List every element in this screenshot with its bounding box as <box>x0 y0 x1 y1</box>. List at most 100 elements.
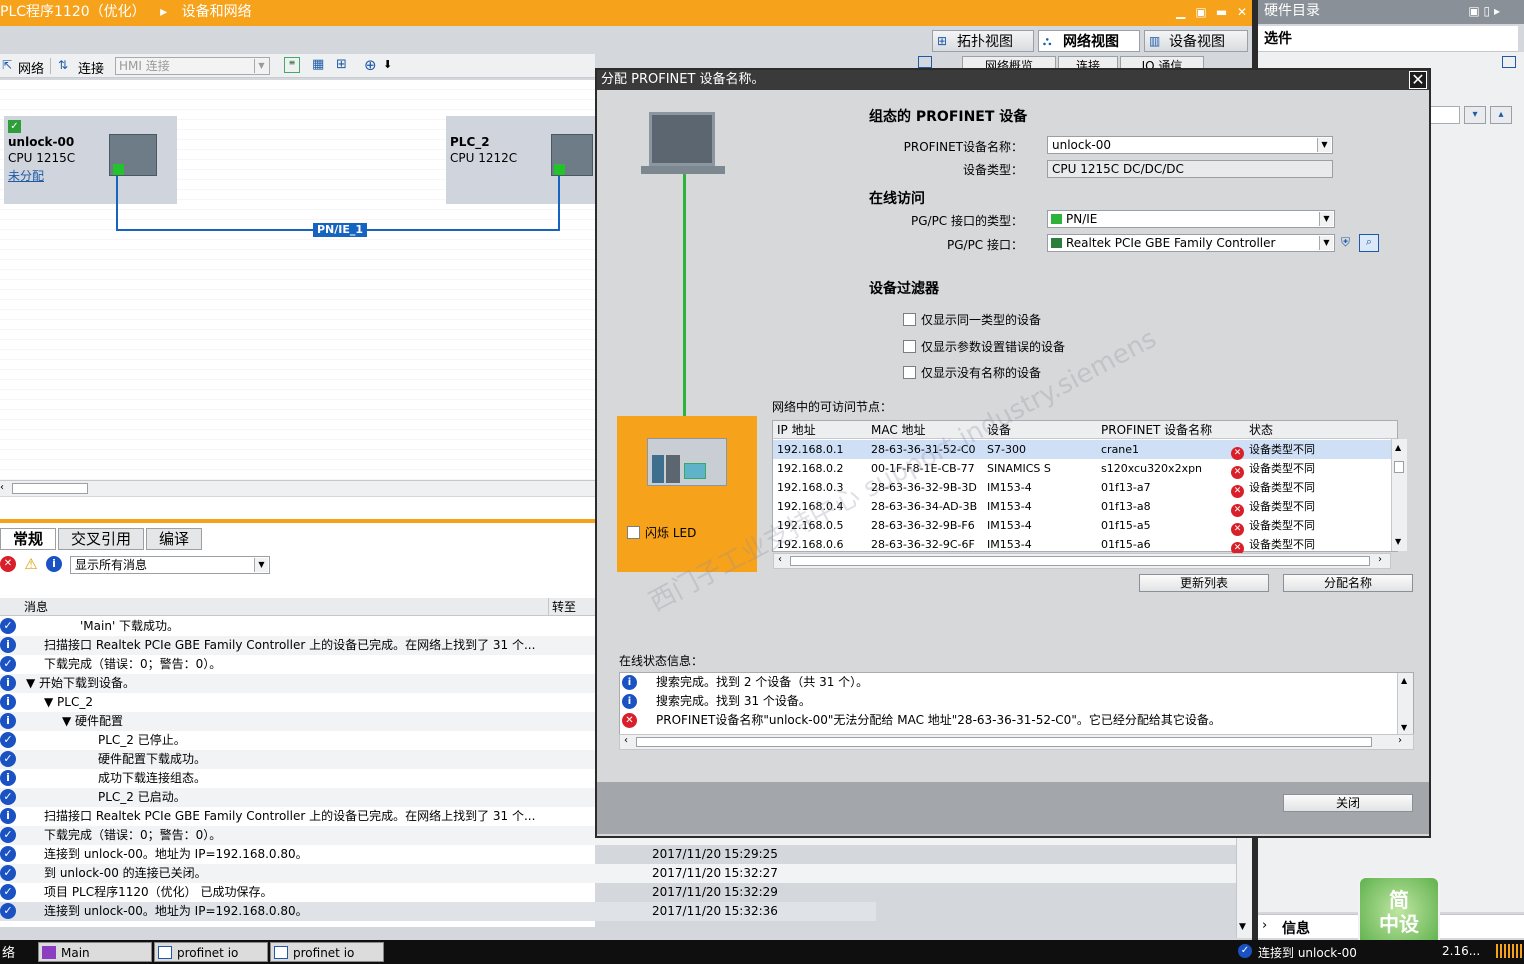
node-row[interactable]: 192.168.0.6 28-63-36-32-9C-6F IM153-4 01f15… <box>773 535 1391 555</box>
connections-icon[interactable]: ⇅ <box>58 58 68 72</box>
unassigned-link[interactable]: 未分配 <box>8 168 44 185</box>
chevron-down-icon[interactable]: ▼ <box>1317 138 1331 152</box>
nodes-vscroll[interactable]: ▲ ▼ <box>1391 439 1407 551</box>
breadcrumb-devices-networks[interactable]: 设备和网络 <box>182 0 252 24</box>
overview-icon[interactable] <box>918 56 932 68</box>
scroll-left-icon[interactable]: ‹ <box>0 482 4 493</box>
tab-topology-view[interactable]: ⊞ 拓扑视图 <box>932 30 1034 52</box>
status-row[interactable]: i 搜索完成。找到 31 个设备。 <box>620 692 1397 711</box>
tab-general[interactable]: 常规 <box>0 528 57 550</box>
chevron-down-icon[interactable]: ▼ <box>254 59 268 73</box>
portal-view-label[interactable]: 络 <box>2 942 15 961</box>
nodes-hscroll[interactable]: ‹ › <box>773 553 1391 569</box>
scroll-thumb[interactable] <box>790 556 1370 566</box>
message-row[interactable]: ✓ 连接到 unlock-00。地址为 IP=192.168.0.80。 2017/… <box>0 845 1236 864</box>
col-mac[interactable]: MAC 地址 <box>871 421 926 439</box>
error-filter-icon[interactable]: ✕ <box>0 556 16 572</box>
interface-type-select[interactable]: PN/IE ▼ <box>1047 210 1335 228</box>
col-message[interactable]: 消息 <box>24 598 48 616</box>
device-plc-2[interactable]: PLC_2 CPU 1212C <box>446 116 595 204</box>
task-profinet-io-1[interactable]: profinet io <box>154 942 268 962</box>
scroll-thumb[interactable] <box>12 483 88 494</box>
close-icon[interactable]: ✕ <box>1234 0 1250 24</box>
connection-status[interactable]: 连接到 unlock-00 <box>1258 944 1357 961</box>
col-goto[interactable]: 转至 <box>552 598 576 616</box>
message-row[interactable]: ✓ 连接到 unlock-00。地址为 IP=192.168.0.80。 2017/… <box>0 902 876 921</box>
flash-led-checkbox[interactable] <box>627 526 640 539</box>
search-down-icon[interactable]: ▾ <box>1464 106 1486 124</box>
close-button[interactable]: 关闭 <box>1283 794 1413 812</box>
name-icon[interactable]: ≡ <box>284 57 300 73</box>
hmi-connection-select[interactable]: HMI 连接 ▼ <box>115 57 270 75</box>
tab-cross-references[interactable]: 交叉引用 <box>58 528 145 550</box>
tab-device-view[interactable]: ▥ 设备视图 <box>1144 30 1248 52</box>
scroll-left-icon[interactable]: ‹ <box>624 735 628 746</box>
device-name-select[interactable]: unlock-00 ▼ <box>1047 136 1333 154</box>
status-row[interactable]: ✕ PROFINET设备名称"unlock-00"无法分配给 MAC 地址"28-… <box>620 711 1397 730</box>
tab-compile[interactable]: 编译 <box>146 528 203 550</box>
scroll-down-icon[interactable]: ▼ <box>1395 537 1401 546</box>
assign-name-button[interactable]: 分配名称 <box>1283 574 1413 592</box>
catalog-search-input[interactable] <box>1430 106 1460 124</box>
scroll-right-icon[interactable]: › <box>1398 735 1402 746</box>
breadcrumb-project[interactable]: PLC程序1120（优化） <box>0 0 146 24</box>
search-up-icon[interactable]: ▴ <box>1490 106 1512 124</box>
connections-button[interactable]: 连接 <box>78 58 104 77</box>
tab-network-overview[interactable]: 网络概览 <box>962 56 1056 68</box>
scroll-thumb[interactable] <box>636 737 1372 747</box>
diagnostics-search-icon[interactable]: ⌕ <box>1359 234 1379 252</box>
chevron-down-icon[interactable]: ▼ <box>1319 236 1333 250</box>
filter-bad-params-checkbox[interactable] <box>903 340 916 353</box>
scroll-up-icon[interactable]: ▲ <box>1395 443 1401 452</box>
scroll-up-icon[interactable]: ▲ <box>1401 676 1407 685</box>
col-ip[interactable]: IP 地址 <box>777 421 816 439</box>
message-row[interactable]: ✓ 项目 PLC程序1120（优化） 已成功保存。 2017/11/20 15:32:… <box>0 883 1236 902</box>
message-filter-select[interactable]: 显示所有消息 ▼ <box>70 556 270 574</box>
network-mode-icon[interactable]: ⇱ <box>2 58 12 72</box>
message-row[interactable]: ✓ 到 unlock-00 的连接已关闭。 2017/11/20 15:32:27 <box>0 864 1236 883</box>
dialog-close-icon[interactable]: ✕ <box>1409 71 1427 89</box>
status-hscroll[interactable]: ‹ › <box>619 734 1414 750</box>
restore-icon[interactable]: ▣ <box>1193 0 1209 24</box>
status-vscroll[interactable]: ▲ ▼ <box>1397 673 1413 737</box>
subnet-label[interactable]: PN/IE_1 <box>313 223 368 237</box>
status-row[interactable]: i 搜索完成。找到 2 个设备（共 31 个）。 <box>620 673 1397 692</box>
tab-network-view[interactable]: ⛬ 网络视图 <box>1038 30 1140 52</box>
io-system-icon[interactable]: ▦ <box>312 57 328 73</box>
interface-select[interactable]: Realtek PCIe GBE Family Controller ▼ <box>1047 234 1335 252</box>
filter-same-type-checkbox[interactable] <box>903 313 916 326</box>
device-unlock-00[interactable]: ✓ unlock-00 CPU 1215C 未分配 <box>4 116 177 204</box>
filter-no-name-checkbox[interactable] <box>903 366 916 379</box>
task-main[interactable]: Main <box>38 942 152 962</box>
expand-icon[interactable]: › <box>1262 918 1267 933</box>
shield-icon[interactable]: ⛨ <box>1341 235 1355 251</box>
chevron-down-icon[interactable]: ▼ <box>1319 212 1333 226</box>
tab-io-communication[interactable]: IO 通信 <box>1120 56 1204 68</box>
zoom-dropdown-icon[interactable]: ⬇ <box>383 58 392 71</box>
col-profinet-name[interactable]: PROFINET 设备名称 <box>1101 421 1212 439</box>
node-row[interactable]: 192.168.0.1 28-63-36-31-52-C0 S7-300 crane1… <box>773 440 1391 460</box>
panel-controls-icon[interactable]: ▣ ▯ ▸ <box>1468 0 1500 22</box>
catalog-pane-icon[interactable] <box>1502 56 1516 68</box>
table-icon[interactable]: ⊞ <box>336 57 352 73</box>
zoom-icon[interactable]: ⊕ <box>364 56 377 74</box>
scroll-left-icon[interactable]: ‹ <box>778 554 782 565</box>
message-scrollbar[interactable]: ▼ <box>1236 838 1252 938</box>
minimize-icon[interactable]: ▁ <box>1173 0 1189 24</box>
update-list-button[interactable]: 更新列表 <box>1139 574 1269 592</box>
node-row[interactable]: 192.168.0.5 28-63-36-32-9B-F6 IM153-4 01f15… <box>773 516 1391 536</box>
profinet-port[interactable] <box>113 164 124 175</box>
chevron-down-icon[interactable]: ▼ <box>254 558 268 572</box>
col-status[interactable]: 状态 <box>1249 421 1273 439</box>
horizontal-scrollbar[interactable]: ‹ <box>0 480 595 496</box>
scroll-thumb[interactable] <box>1394 461 1404 473</box>
warning-filter-icon[interactable]: ⚠ <box>22 555 40 573</box>
scroll-down-icon[interactable]: ▼ <box>1401 723 1407 732</box>
maximize-icon[interactable]: ▬ <box>1214 0 1230 24</box>
scroll-right-icon[interactable]: › <box>1378 554 1382 565</box>
scroll-down-icon[interactable]: ▼ <box>1239 922 1246 932</box>
task-profinet-io-2[interactable]: profinet io <box>270 942 384 962</box>
network-canvas[interactable]: ✓ unlock-00 CPU 1215C 未分配 PLC_2 CPU 1212… <box>0 80 595 480</box>
tab-connections[interactable]: 连接 <box>1058 56 1118 68</box>
network-button[interactable]: 网络 <box>18 58 44 77</box>
